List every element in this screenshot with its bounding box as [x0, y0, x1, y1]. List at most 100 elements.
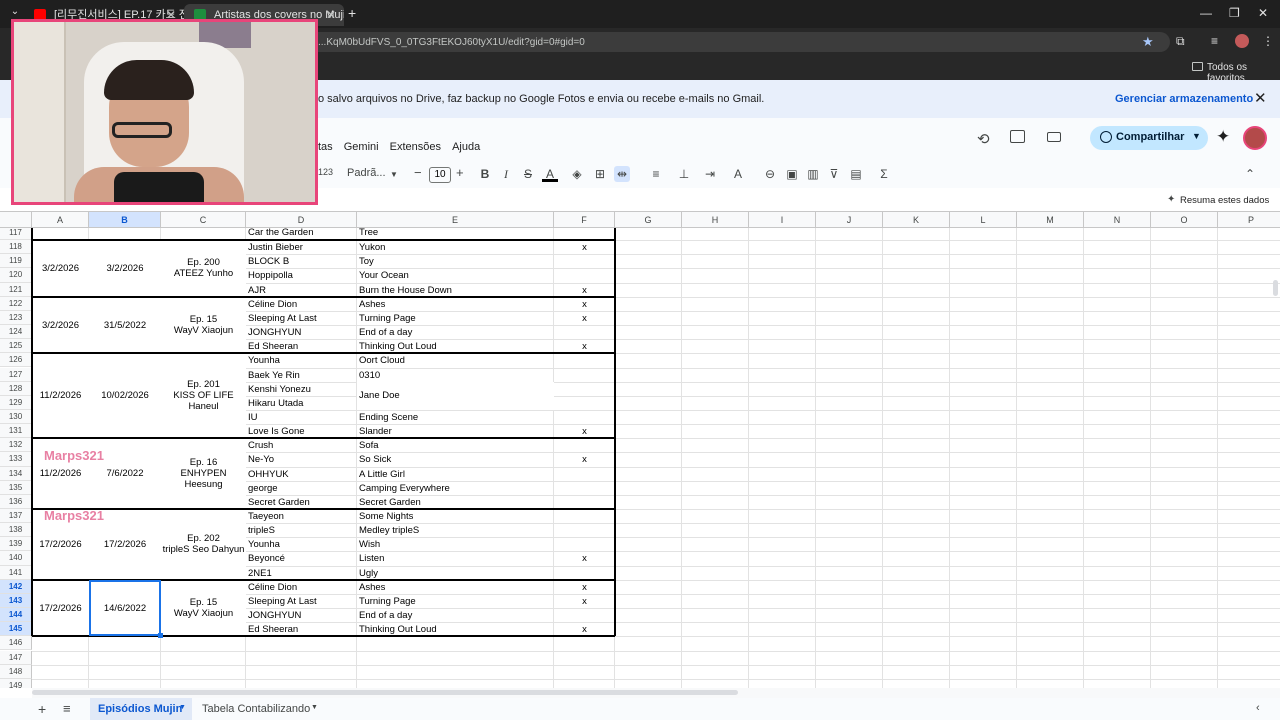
restore-icon[interactable]: ❐: [1229, 6, 1240, 20]
bookmark-star-icon[interactable]: ★: [1142, 34, 1154, 50]
filter-views-icon[interactable]: ▤: [848, 166, 864, 182]
cell-artist[interactable]: Beyoncé: [248, 553, 355, 564]
share-button[interactable]: Compartilhar ▼: [1090, 126, 1208, 150]
column-header-g[interactable]: G: [615, 212, 682, 228]
row-header[interactable]: 129: [0, 395, 32, 410]
cell-a[interactable]: 11/2/2026: [32, 353, 89, 439]
row-header[interactable]: 141: [0, 565, 32, 580]
row-header[interactable]: 124: [0, 325, 32, 340]
cell-song[interactable]: Turning Page: [359, 596, 552, 607]
cell-artist[interactable]: Ne-Yo: [248, 454, 355, 465]
cell-song[interactable]: Ashes: [359, 299, 552, 310]
cell-c[interactable]: Ep. 15 WayV Xiaojun: [161, 296, 246, 354]
column-header-o[interactable]: O: [1151, 212, 1218, 228]
fill-color-icon[interactable]: ◈: [569, 166, 585, 182]
font-size-input[interactable]: 10: [429, 167, 451, 183]
cell-artist[interactable]: Kenshi Yonezu: [248, 384, 355, 395]
font-select-arrow[interactable]: ▼: [390, 170, 398, 179]
cell-artist[interactable]: Sleeping At Last: [248, 313, 355, 324]
cell-c[interactable]: Ep. 202 tripleS Seo Dahyun: [161, 509, 246, 580]
column-header-p[interactable]: P: [1218, 212, 1280, 228]
close-window-icon[interactable]: ✕: [1258, 6, 1268, 20]
history-icon[interactable]: ⟲: [977, 130, 990, 148]
chevron-down-icon[interactable]: ▼: [179, 704, 186, 711]
row-header[interactable]: 144: [0, 608, 32, 623]
summarize-data-button[interactable]: Resuma estes dados: [1180, 195, 1269, 206]
cell-song[interactable]: Camping Everywhere: [359, 483, 552, 494]
cell-artist[interactable]: Céline Dion: [248, 299, 355, 310]
cell-c[interactable]: Ep. 200 ATEEZ Yunho: [161, 240, 246, 297]
row-header[interactable]: 125: [0, 339, 32, 354]
sheet-tab-episodios[interactable]: Episódios Mujin ▼: [90, 698, 192, 720]
menu-item-ferramentas[interactable]: tas: [318, 141, 333, 153]
cell-song[interactable]: Slander: [359, 426, 552, 437]
cell-artist[interactable]: JONGHYUN: [248, 610, 355, 621]
cell-artist[interactable]: Ed Sheeran: [248, 624, 355, 635]
cell-artist[interactable]: IU: [248, 412, 355, 423]
row-header[interactable]: 119: [0, 254, 32, 269]
row-header[interactable]: 126: [0, 353, 32, 368]
chevron-down-icon[interactable]: ▼: [1192, 131, 1201, 141]
cell-artist[interactable]: Ed Sheeran: [248, 341, 355, 352]
cell-song[interactable]: Ending Scene: [359, 412, 552, 423]
cell-artist[interactable]: george: [248, 483, 355, 494]
row-header[interactable]: 128: [0, 381, 32, 396]
cell-artist[interactable]: AJR: [248, 285, 355, 296]
row-header[interactable]: 118: [0, 240, 32, 255]
cell-a[interactable]: 3/2/2026: [32, 240, 89, 297]
bold-icon[interactable]: B: [477, 166, 493, 182]
cell-song[interactable]: Ugly: [359, 568, 552, 579]
cell-mark[interactable]: x: [554, 454, 615, 465]
cell-song[interactable]: Secret Garden: [359, 497, 552, 508]
cell-song[interactable]: Some Nights: [359, 511, 552, 522]
profile-avatar[interactable]: [1235, 34, 1249, 48]
row-header[interactable]: 140: [0, 551, 32, 566]
row-header[interactable]: 135: [0, 480, 32, 495]
column-header-n[interactable]: N: [1084, 212, 1151, 228]
column-header-b[interactable]: B: [89, 212, 161, 228]
cell-song[interactable]: Yukon: [359, 242, 552, 253]
cell-a[interactable]: 3/2/2026: [32, 296, 89, 354]
cell-song[interactable]: End of a day: [359, 327, 552, 338]
tab-search-icon[interactable]: ⌄: [8, 6, 22, 20]
cell-artist[interactable]: Céline Dion: [248, 582, 355, 593]
cell-mark[interactable]: x: [554, 299, 615, 310]
cell-artist[interactable]: tripleS: [248, 525, 355, 536]
sheet-tab-tabela[interactable]: Tabela Contabilizando ▼: [196, 698, 326, 720]
row-header[interactable]: 138: [0, 523, 32, 538]
valign-icon[interactable]: ⊥: [676, 166, 692, 182]
functions-icon[interactable]: Σ: [876, 166, 892, 182]
spreadsheet-grid[interactable]: 117 118 119 120 121 122 123 124 125 126 127 128 129 1…: [0, 212, 1280, 688]
row-header[interactable]: 143: [0, 593, 32, 609]
rotate-icon[interactable]: A: [730, 166, 746, 182]
collapse-toolbar-icon[interactable]: ⌃: [1242, 166, 1258, 182]
chart-icon[interactable]: ▥: [805, 166, 821, 182]
link-icon[interactable]: ⊖: [762, 166, 778, 182]
cell-a[interactable]: 17/2/2026: [32, 579, 89, 637]
cell-mark[interactable]: x: [554, 426, 615, 437]
all-sheets-icon[interactable]: ≡: [63, 701, 71, 716]
number-format-button[interactable]: 123: [318, 167, 333, 177]
cell-song[interactable]: Thinking Out Loud: [359, 341, 552, 352]
cell-artist[interactable]: Sleeping At Last: [248, 596, 355, 607]
cell-song[interactable]: Thinking Out Loud: [359, 624, 552, 635]
wrap-icon[interactable]: ⇥: [702, 166, 718, 182]
text-color-icon[interactable]: A: [542, 166, 558, 182]
column-header-i[interactable]: I: [749, 212, 816, 228]
column-header-a[interactable]: A: [32, 212, 89, 228]
cell-mark[interactable]: x: [554, 582, 615, 593]
align-icon[interactable]: ≡: [648, 166, 664, 182]
cell-artist[interactable]: Younha: [248, 355, 355, 366]
cell-artist[interactable]: BLOCK B: [248, 256, 355, 267]
cell-song[interactable]: Listen: [359, 553, 552, 564]
strikethrough-icon[interactable]: S: [520, 166, 536, 182]
cell-song[interactable]: End of a day: [359, 610, 552, 621]
cell-artist[interactable]: Love Is Gone: [248, 426, 355, 437]
account-avatar[interactable]: [1243, 126, 1267, 150]
font-select[interactable]: Padrã...: [347, 167, 386, 179]
collapse-sidebar-icon[interactable]: ‹: [1256, 702, 1260, 714]
cell-artist[interactable]: 2NE1: [248, 568, 355, 579]
extensions-icon[interactable]: ⧉: [1176, 34, 1185, 49]
menu-item-extensoes[interactable]: Extensões: [390, 141, 441, 153]
scroll-thumb[interactable]: [32, 690, 738, 695]
